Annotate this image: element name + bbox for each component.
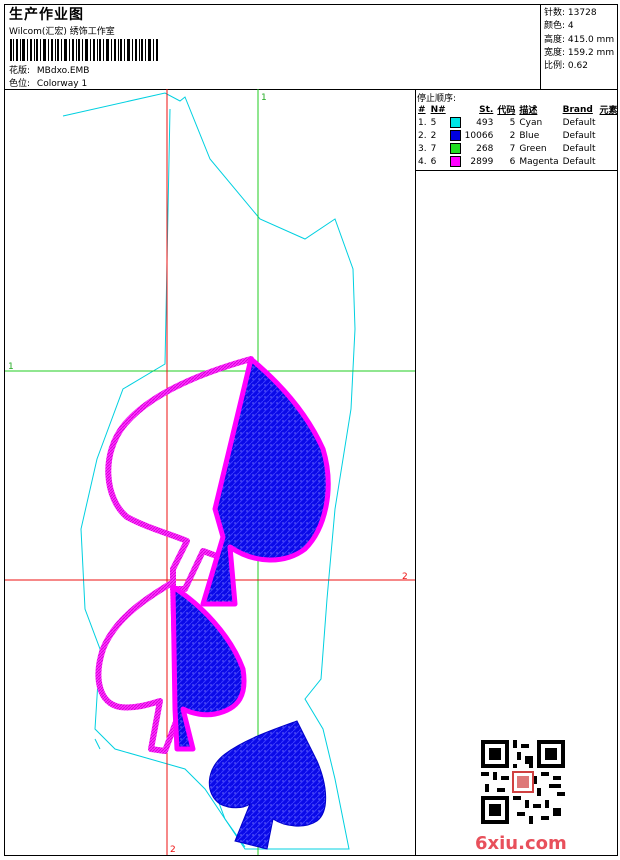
table-header-row: # N# St. 代码 描述 Brand 元素 [416,103,620,117]
guide-label-green-h: 1 [8,362,14,372]
stat-stitches: 针数: 13728 [544,8,597,18]
table-row[interactable]: 1. 5 493 5 Cyan Default [416,116,620,129]
production-worksheet: 生产作业图 Wilcom(汇宏) 绣饰工作室 花版: MBdxo.EMB 色位:… [4,4,618,856]
stat-height: 高度: 415.0 mm [544,35,615,45]
large-spade-fill [200,356,331,607]
col-swatch [448,103,463,116]
guide-label-red-h: 2 [402,572,408,582]
col-element: 元素 [599,106,618,116]
col-needle: N# [430,104,446,115]
small-spade-outline [95,581,180,754]
col-stitches: St. [479,104,494,115]
color-swatch-magenta [449,156,461,167]
design-file: 花版: MBdxo.EMB [9,63,89,76]
barcode [10,39,158,61]
design-label: 花版: [9,66,31,76]
col-index: # [418,104,426,115]
color-swatch-cyan [449,117,461,128]
col-brand: Brand [562,104,593,115]
studio-name: Wilcom(汇宏) 绣饰工作室 [9,27,115,37]
design-value: MBdxo.EMB [36,66,90,76]
color-swatch-blue [449,130,461,141]
colorway: 色位: Colorway 1 [9,76,87,89]
stat-width: 宽度: 159.2 mm [544,48,615,58]
embroidery-preview: 1 1 2 2 [5,89,415,855]
header: 生产作业图 Wilcom(汇宏) 绣饰工作室 花版: MBdxo.EMB 色位:… [5,5,617,90]
col-code: 代码 [497,106,516,116]
stats-panel: 针数: 13728 颜色: 4 高度: 415.0 mm 宽度: 159.2 m… [540,5,618,89]
guide-label-red-v: 2 [170,845,176,855]
stat-scale: 比例: 0.62 [544,61,588,71]
guide-label-green-v: 1 [261,93,267,103]
colorway-value: Colorway 1 [36,79,88,89]
panel-divider [416,170,617,171]
col-description: 描述 [519,106,538,116]
small-spade-fill [170,584,247,752]
table-row[interactable]: 2. 2 10066 2 Blue Default [416,129,620,142]
table-row[interactable]: 4. 6 2899 6 Magenta Default [416,155,620,168]
design-canvas[interactable]: 1 1 2 2 [5,89,416,855]
colorway-label: 色位: [9,79,31,89]
sheet-title: 生产作业图 [9,7,84,23]
stat-colors: 颜色: 4 [544,21,574,31]
qr-code [481,740,565,824]
watermark-logo: 6xiu.com [475,833,567,854]
color-swatch-green [449,143,461,154]
stop-sequence-table: # N# St. 代码 描述 Brand 元素 1. 5 493 5 Cyan … [416,103,620,168]
table-row[interactable]: 3. 7 268 7 Green Default [416,142,620,155]
bottom-spade-fill [208,720,327,850]
